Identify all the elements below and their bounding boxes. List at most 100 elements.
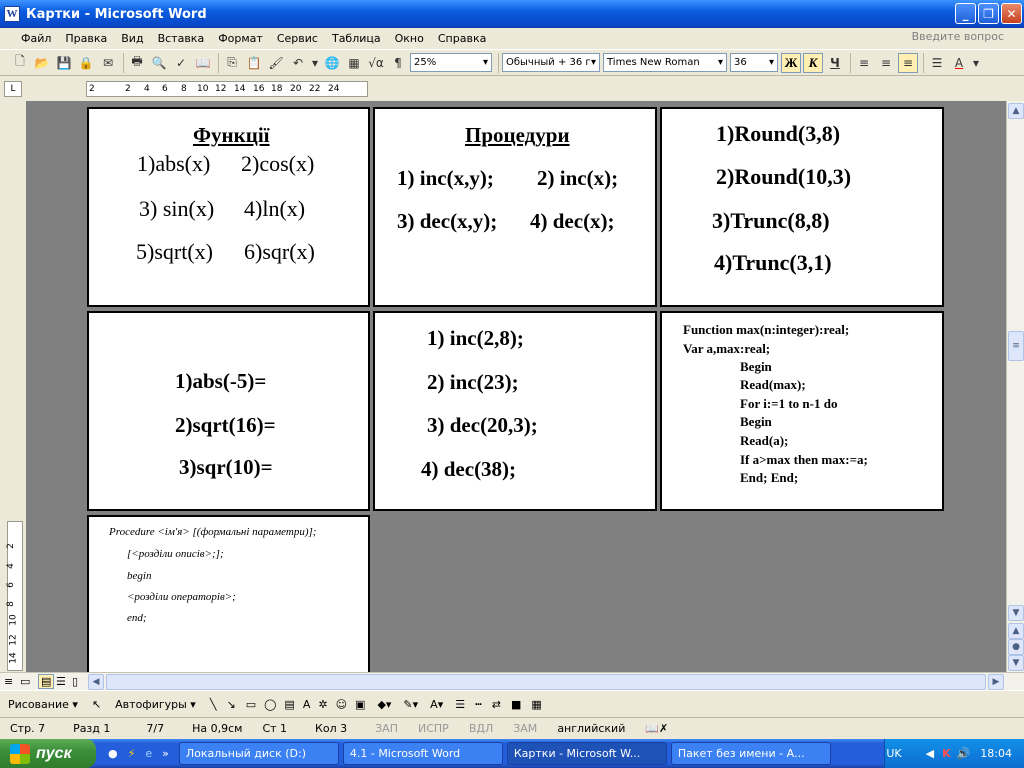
language-indicator[interactable]: UK: [886, 747, 901, 760]
paste-icon[interactable]: 📋: [244, 53, 264, 73]
maximize-button[interactable]: ❐: [978, 3, 999, 24]
arrow-icon[interactable]: ↘: [226, 698, 235, 711]
start-button[interactable]: пуск: [0, 739, 96, 768]
vertical-scrollbar[interactable]: ▲ ≡ ▼ ▲ ● ▼: [1006, 101, 1024, 672]
oval-icon[interactable]: ◯: [264, 698, 276, 711]
menu-view[interactable]: Вид: [114, 28, 150, 49]
outline-view-icon[interactable]: ☰: [56, 675, 66, 688]
task-word-kartky[interactable]: Картки - Microsoft W...: [506, 742, 667, 765]
menu-help[interactable]: Справка: [431, 28, 493, 49]
underline-button[interactable]: Ч: [825, 53, 845, 73]
shadow-icon[interactable]: ■: [511, 698, 521, 711]
bold-button[interactable]: Ж: [781, 52, 801, 73]
status-record[interactable]: ЗАП: [365, 722, 408, 735]
status-track[interactable]: ИСПР: [408, 722, 459, 735]
tab-selector[interactable]: L: [4, 81, 22, 97]
textbox-icon[interactable]: ▤: [284, 698, 294, 711]
previous-page-button[interactable]: ▲: [1008, 623, 1024, 639]
ask-question-input[interactable]: Введите вопрос: [912, 30, 1004, 43]
chevron-down-icon[interactable]: ▾: [971, 53, 981, 73]
line-style-icon[interactable]: ☰: [455, 698, 465, 711]
font-select[interactable]: Times New Roman ▾: [603, 53, 727, 72]
undo-icon[interactable]: ↶: [288, 53, 308, 73]
drawing-menu[interactable]: Рисование ▾: [8, 698, 78, 711]
style-select[interactable]: Обычный + 36 г ▾: [502, 53, 600, 72]
scroll-up-button[interactable]: ▲: [1008, 103, 1024, 119]
autoshapes-menu[interactable]: Автофигуры ▾: [115, 698, 196, 711]
justify-icon[interactable]: ≡: [898, 52, 918, 73]
web-view-icon[interactable]: ▭: [20, 675, 30, 688]
menu-tools[interactable]: Сервис: [270, 28, 325, 49]
print-layout-icon[interactable]: ▤: [38, 674, 55, 689]
winamp-icon[interactable]: ⚡: [128, 747, 136, 760]
3d-icon[interactable]: ▦: [531, 698, 541, 711]
save-icon[interactable]: 💾: [54, 53, 74, 73]
scroll-left-button[interactable]: ◀: [88, 674, 104, 690]
font-color-icon[interactable]: A: [949, 53, 969, 73]
spelling-status-icon[interactable]: 📖✗: [635, 722, 678, 735]
bullets-icon[interactable]: ☰: [927, 53, 947, 73]
align-left-icon[interactable]: ≡: [854, 53, 874, 73]
font-size-select[interactable]: 36 ▾: [730, 53, 778, 72]
hyperlink-icon[interactable]: 🌐: [322, 53, 342, 73]
reading-view-icon[interactable]: ▯: [72, 675, 78, 688]
line-color-icon[interactable]: ✎▾: [403, 698, 418, 711]
menu-insert[interactable]: Вставка: [151, 28, 212, 49]
arrow-style-icon[interactable]: ⇄: [492, 698, 501, 711]
close-button[interactable]: ✕: [1001, 3, 1022, 24]
status-extend[interactable]: ВДЛ: [459, 722, 503, 735]
clipart-icon[interactable]: ☺: [336, 698, 347, 711]
fill-color-icon[interactable]: ◆▾: [377, 698, 391, 711]
menu-format[interactable]: Формат: [211, 28, 270, 49]
task-word-4-1[interactable]: 4.1 - Microsoft Word: [342, 742, 503, 765]
task-package[interactable]: Пакет без имени - А...: [670, 742, 831, 765]
dash-style-icon[interactable]: ┅: [475, 698, 482, 711]
wordart-icon[interactable]: A: [303, 698, 311, 711]
format-painter-icon[interactable]: 🖌: [266, 53, 286, 73]
research-icon[interactable]: 📖: [193, 53, 213, 73]
menu-edit[interactable]: Правка: [58, 28, 114, 49]
normal-view-icon[interactable]: ≡: [4, 675, 13, 688]
antivirus-icon[interactable]: K: [942, 747, 951, 760]
chevron-down-icon[interactable]: ▾: [310, 53, 320, 73]
open-folder-icon[interactable]: 📂: [32, 53, 52, 73]
new-document-icon[interactable]: 🗋: [10, 53, 30, 73]
status-overtype[interactable]: ЗАМ: [503, 722, 547, 735]
email-icon[interactable]: ✉: [98, 53, 118, 73]
tray-arrow-icon[interactable]: ◀: [926, 747, 934, 760]
print-icon[interactable]: 🖶: [127, 53, 147, 73]
picture-icon[interactable]: ▣: [355, 698, 365, 711]
scroll-right-button[interactable]: ▶: [988, 674, 1004, 690]
horizontal-ruler[interactable]: 2 2 4 6 8 10 12 14 16 18 20 22 24: [86, 81, 368, 97]
scroll-down-button[interactable]: ▼: [1008, 605, 1024, 621]
spelling-icon[interactable]: ✓: [171, 53, 191, 73]
scroll-thumb[interactable]: ≡: [1008, 331, 1024, 361]
menu-file[interactable]: Файл: [14, 28, 58, 49]
equation-icon[interactable]: √α: [366, 53, 386, 73]
italic-button[interactable]: К: [803, 52, 823, 73]
copy-icon[interactable]: ⎘: [222, 53, 242, 73]
align-center-icon[interactable]: ≡: [876, 53, 896, 73]
word-app-icon[interactable]: W: [4, 6, 20, 22]
select-browse-object-button[interactable]: ●: [1008, 639, 1024, 655]
horizontal-scrollbar[interactable]: ≡ ▭ ▤ ☰ ▯ ◀ ▶: [0, 672, 1024, 690]
menu-table[interactable]: Таблица: [325, 28, 388, 49]
zoom-select[interactable]: 25% ▾: [410, 53, 492, 72]
horizontal-scroll-thumb[interactable]: [106, 674, 986, 690]
select-objects-icon[interactable]: ↖: [92, 698, 101, 711]
vertical-ruler[interactable]: 2 4 6 8 10 12 14: [4, 101, 26, 671]
pilcrow-icon[interactable]: ¶: [388, 53, 408, 73]
menu-window[interactable]: Окно: [388, 28, 431, 49]
task-local-disk[interactable]: Локальный диск (D:): [178, 742, 339, 765]
font-color-icon[interactable]: A▾: [430, 698, 443, 711]
rectangle-icon[interactable]: ▭: [246, 698, 256, 711]
document-canvas[interactable]: Функції 1)abs(x) 2)cos(x) 3) sin(x) 4)ln…: [26, 101, 1006, 672]
diagram-icon[interactable]: ✲: [318, 698, 327, 711]
speaker-icon[interactable]: 🔊: [957, 747, 971, 760]
minimize-button[interactable]: _: [955, 3, 976, 24]
line-icon[interactable]: ╲: [210, 698, 217, 711]
opera-icon[interactable]: ●: [108, 747, 118, 760]
next-page-button[interactable]: ▼: [1008, 655, 1024, 671]
table-icon[interactable]: ▦: [344, 53, 364, 73]
print-preview-icon[interactable]: 🔍: [149, 53, 169, 73]
